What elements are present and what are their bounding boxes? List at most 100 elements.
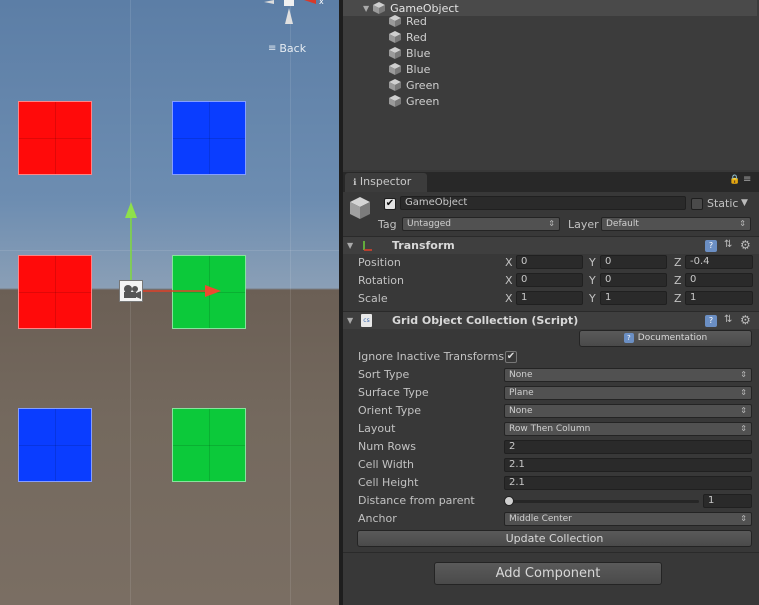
layout-dropdown[interactable]: Row Then Column ⇕ [504, 422, 752, 436]
layer-dropdown[interactable]: Default ⇕ [601, 217, 751, 231]
grid-line [290, 0, 291, 605]
distance-slider-handle[interactable] [504, 496, 514, 506]
anchor-dropdown[interactable]: Middle Center ⇕ [504, 512, 752, 526]
gameobject-icon [389, 47, 401, 59]
distance-label: Distance from parent [358, 494, 475, 507]
doc-icon: ? [623, 332, 634, 343]
hierarchy-item-label: Red [406, 14, 427, 28]
static-dropdown-icon[interactable]: ▼ [741, 198, 748, 208]
dropdown-arrow-icon: ⇕ [548, 219, 555, 228]
grid-object-collection-header[interactable]: ▼ cs Grid Object Collection (Script) ? ⇅… [343, 311, 759, 329]
position-label: Position [358, 256, 401, 269]
hierarchy-item-green[interactable]: Green [389, 93, 439, 109]
panel-menu-icon[interactable]: ≡ [743, 174, 751, 185]
cell-width-label: Cell Width [358, 458, 415, 471]
add-component-button[interactable]: Add Component [434, 562, 662, 585]
distance-field[interactable]: 1 [703, 494, 752, 508]
static-checkbox[interactable] [691, 198, 703, 210]
rotation-x-field[interactable]: 0 [516, 273, 583, 287]
preset-icon[interactable]: ⇅ [724, 239, 732, 250]
cell-width-field[interactable]: 2.1 [504, 458, 752, 472]
rotation-z-field[interactable]: 0 [685, 273, 753, 287]
info-icon: ℹ [353, 178, 357, 188]
num-rows-field[interactable]: 2 [504, 440, 752, 454]
update-collection-button[interactable]: Update Collection [357, 530, 752, 547]
gameobject-icon [389, 95, 401, 107]
hierarchy-item-blue[interactable]: Blue [389, 61, 430, 77]
menu-icon: ≡ [268, 43, 277, 54]
anchor-value: Middle Center [509, 514, 572, 524]
ignore-inactive-label: Ignore Inactive Transforms [358, 350, 505, 363]
hierarchy-item-red[interactable]: Red [389, 13, 427, 29]
axis-x-label: X [505, 292, 513, 305]
tag-label: Tag [378, 218, 397, 231]
static-label: Static [707, 197, 739, 210]
axis-z-label: Z [674, 256, 682, 269]
rotation-y-field[interactable]: 0 [600, 273, 667, 287]
svg-text:x: x [319, 0, 324, 6]
scale-x-field[interactable]: 1 [516, 291, 583, 305]
documentation-button[interactable]: ? Documentation [579, 330, 752, 347]
position-z-field[interactable]: -0.4 [685, 255, 753, 269]
tab-label: Inspector [359, 175, 412, 188]
dropdown-arrow-icon: ⇕ [740, 388, 747, 397]
hierarchy-item-blue[interactable]: Blue [389, 45, 430, 61]
position-x-field[interactable]: 0 [516, 255, 583, 269]
quad-red[interactable] [18, 101, 92, 175]
fold-arrow-icon[interactable]: ▼ [347, 316, 353, 325]
sort-type-label: Sort Type [358, 368, 410, 381]
ignore-inactive-checkbox[interactable]: ✔ [505, 351, 517, 363]
surface-type-dropdown[interactable]: Plane ⇕ [504, 386, 752, 400]
layer-label: Layer [568, 218, 599, 231]
fold-arrow-icon[interactable]: ▼ [347, 241, 353, 250]
script-icon: cs [361, 314, 372, 327]
section-divider [343, 552, 759, 553]
layer-value: Default [606, 219, 639, 229]
transform-title: Transform [392, 239, 455, 252]
scene-gizmo[interactable]: x [262, 0, 332, 30]
scale-z-field[interactable]: 1 [685, 291, 753, 305]
gear-icon[interactable]: ⚙ [740, 238, 751, 252]
hierarchy-item-label: Red [406, 30, 427, 44]
quad-green[interactable] [172, 408, 246, 482]
gear-icon[interactable]: ⚙ [740, 313, 751, 327]
axis-z-label: Z [674, 292, 682, 305]
hierarchy-item-label: Green [406, 78, 440, 92]
object-name-field[interactable]: GameObject [400, 196, 686, 210]
lock-icon[interactable]: 🔒 [729, 175, 740, 185]
tab-inspector[interactable]: ℹ Inspector [345, 173, 427, 192]
transform-header[interactable]: ▼ Transform ? ⇅ ⚙ [343, 236, 759, 254]
gameobject-icon [373, 2, 386, 14]
anchor-label: Anchor [358, 512, 397, 525]
axis-y-label: Y [589, 292, 596, 305]
tag-dropdown[interactable]: Untagged ⇕ [402, 217, 560, 231]
axis-z-label: Z [674, 274, 682, 287]
quad-blue[interactable] [18, 408, 92, 482]
documentation-label: Documentation [637, 333, 708, 343]
dropdown-arrow-icon: ⇕ [739, 219, 746, 228]
rotation-label: Rotation [358, 274, 405, 287]
help-icon[interactable]: ? [705, 315, 717, 327]
preset-icon[interactable]: ⇅ [724, 314, 732, 325]
camera-icon[interactable] [119, 280, 143, 302]
cell-height-field[interactable]: 2.1 [504, 476, 752, 490]
distance-slider-track[interactable] [507, 500, 699, 503]
dropdown-arrow-icon: ⇕ [740, 514, 747, 523]
scale-y-field[interactable]: 1 [600, 291, 667, 305]
active-checkbox[interactable]: ✔ [384, 198, 396, 210]
sort-type-dropdown[interactable]: None ⇕ [504, 368, 752, 382]
help-icon[interactable]: ? [705, 240, 717, 252]
hierarchy-item-red[interactable]: Red [389, 29, 427, 45]
expand-arrow-icon[interactable]: ▼ [363, 4, 369, 13]
quad-red[interactable] [18, 255, 92, 329]
orient-type-dropdown[interactable]: None ⇕ [504, 404, 752, 418]
surface-type-label: Surface Type [358, 386, 429, 399]
scene-view[interactable]: x ≡ Back [0, 0, 339, 605]
hierarchy-item-green[interactable]: Green [389, 77, 439, 93]
dropdown-arrow-icon: ⇕ [740, 406, 747, 415]
back-button[interactable]: ≡ Back [268, 42, 306, 55]
hierarchy-panel: ▼ GameObject Red Red Blue Blue Green Gre… [343, 0, 759, 170]
quad-blue[interactable] [172, 101, 246, 175]
hierarchy-item-label: Green [406, 94, 440, 108]
position-y-field[interactable]: 0 [600, 255, 667, 269]
